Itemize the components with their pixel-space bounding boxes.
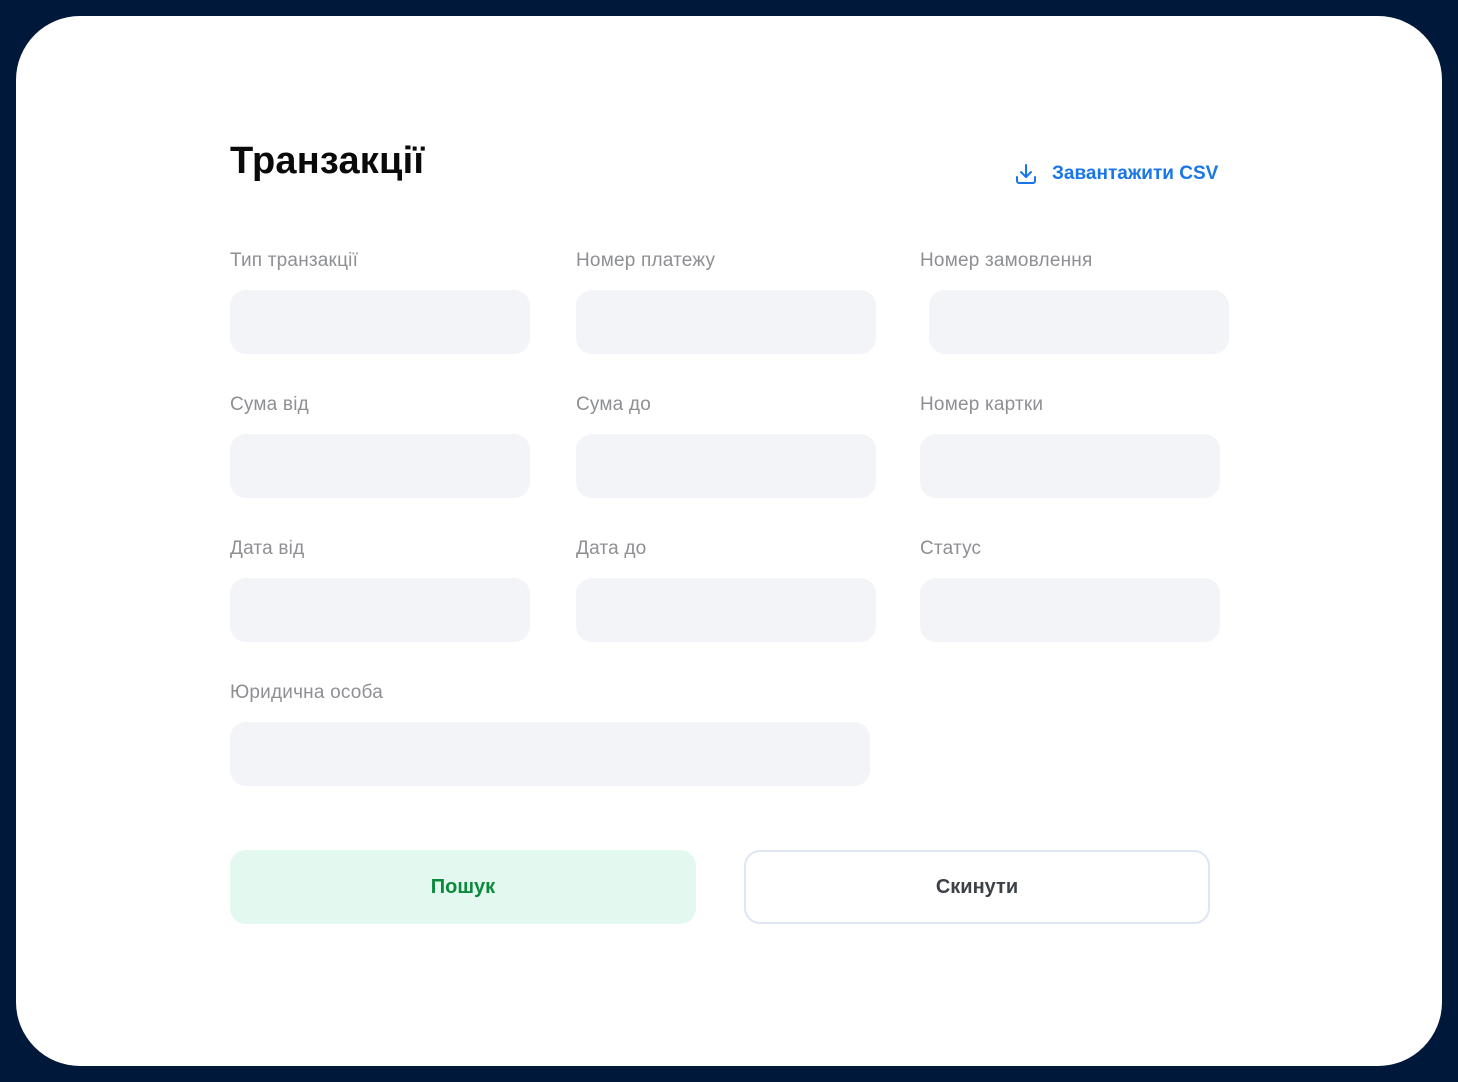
- card-number-label: Номер картки: [920, 394, 1044, 415]
- order-number-label: Номер замовлення: [920, 250, 1093, 271]
- window-frame: Транзакції Завантажити CSV Тип транзакці…: [0, 0, 1458, 1082]
- download-icon: [1014, 162, 1038, 186]
- amount-to-label: Сума до: [576, 394, 651, 415]
- card-number-input[interactable]: [920, 434, 1220, 498]
- date-to-label: Дата до: [576, 538, 647, 559]
- date-from-label: Дата від: [230, 538, 305, 559]
- payment-number-label: Номер платежу: [576, 250, 716, 271]
- search-button[interactable]: Пошук: [230, 850, 696, 924]
- page-title: Транзакції: [230, 140, 425, 182]
- amount-from-label: Сума від: [230, 394, 309, 415]
- date-to-input[interactable]: [576, 578, 876, 642]
- download-csv-link[interactable]: Завантажити CSV: [1014, 160, 1218, 188]
- order-number-input[interactable]: [929, 290, 1229, 354]
- date-from-input[interactable]: [230, 578, 530, 642]
- legal-entity-label: Юридична особа: [230, 682, 383, 703]
- amount-from-input[interactable]: [230, 434, 530, 498]
- download-csv-label: Завантажити CSV: [1052, 163, 1219, 184]
- status-label: Статус: [920, 538, 982, 559]
- amount-to-input[interactable]: [576, 434, 876, 498]
- status-select[interactable]: [920, 578, 1220, 642]
- legal-entity-input[interactable]: [230, 722, 870, 786]
- transaction-type-input[interactable]: [230, 290, 530, 354]
- transaction-type-label: Тип транзакції: [230, 250, 359, 271]
- reset-button[interactable]: Скинути: [744, 850, 1210, 924]
- payment-number-input[interactable]: [576, 290, 876, 354]
